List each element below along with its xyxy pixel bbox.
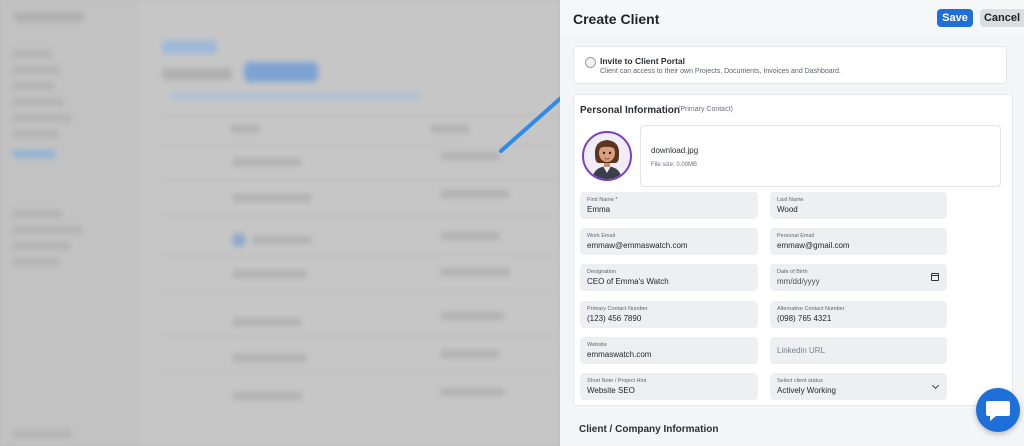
- field-value: Actively Working: [777, 386, 836, 395]
- primary-contact-field[interactable]: Primary Contact Number (123) 456 7890: [580, 301, 758, 328]
- background-row: [160, 215, 560, 216]
- background-row: [160, 370, 560, 371]
- background-strip: [170, 93, 420, 99]
- upload-file-name: download.jpg: [651, 146, 699, 155]
- background-nav-item: [12, 242, 70, 250]
- calendar-icon[interactable]: [931, 273, 939, 281]
- section-subtitle: (Primary Contact): [678, 106, 733, 113]
- field-label: Work Email: [587, 233, 616, 239]
- date-of-birth-field[interactable]: Date of Birth mm/dd/yyyy: [770, 264, 947, 291]
- background-cell: [230, 125, 260, 133]
- background-row: [160, 335, 560, 336]
- background-nav-item: [12, 130, 58, 138]
- invite-portal-label: Invite to Client Portal: [600, 56, 686, 66]
- chat-launcher-button[interactable]: [976, 388, 1020, 432]
- drawer-header: Create Client Save Cancel: [560, 0, 1024, 36]
- alternative-contact-field[interactable]: Alternative Contact Number (098) 765 432…: [770, 301, 947, 328]
- field-label: Date of Birth: [777, 269, 808, 275]
- section-title: Personal Information: [580, 105, 681, 116]
- background-cell: [440, 152, 500, 160]
- field-label: Alternative Contact Number: [777, 306, 845, 312]
- background-cell: [440, 350, 500, 358]
- avatar[interactable]: [582, 131, 632, 181]
- invite-portal-radio[interactable]: [585, 57, 596, 68]
- linkedin-field[interactable]: Linkedin URL: [770, 337, 947, 364]
- background-nav-item: [12, 114, 72, 122]
- background-cell: [440, 268, 510, 276]
- background-button: [244, 62, 318, 82]
- background-cell: [430, 125, 470, 133]
- chevron-down-icon: [931, 381, 940, 390]
- background-cell: [232, 392, 302, 400]
- background-nav-item: [12, 150, 56, 158]
- background-nav-item: [12, 226, 82, 234]
- chat-bubble-icon: [986, 401, 1010, 421]
- first-name-field[interactable]: First Name * Emma: [580, 192, 758, 219]
- background-nav-item: [12, 50, 52, 58]
- background-title: [162, 68, 232, 80]
- background-row: [160, 180, 560, 181]
- background-row: [160, 255, 560, 256]
- background-cell: [440, 312, 505, 320]
- background-cell: [440, 388, 505, 396]
- background-nav-item: [12, 258, 60, 266]
- drawer-title: Create Client: [573, 11, 660, 27]
- background-cell: [232, 270, 307, 278]
- field-value: Website SEO: [587, 386, 635, 395]
- cancel-button[interactable]: Cancel: [980, 9, 1024, 27]
- field-label: Last Name: [777, 197, 804, 203]
- save-button[interactable]: Save: [937, 9, 973, 27]
- background-cell: [252, 236, 312, 244]
- field-placeholder: Linkedin URL: [777, 346, 826, 355]
- background-cell: [232, 194, 312, 202]
- field-label: Website: [587, 342, 607, 348]
- field-value: CEO of Emma's Watch: [587, 277, 669, 286]
- background-app: [0, 0, 560, 446]
- field-value: Wood: [777, 205, 798, 214]
- work-email-field[interactable]: Work Email emmaw@emmaswatch.com: [580, 228, 758, 255]
- background-cell: [440, 232, 500, 240]
- background-cell: [232, 158, 302, 166]
- field-label: Primary Contact Number: [587, 306, 648, 312]
- background-row: [160, 290, 560, 291]
- field-value: (098) 765 4321: [777, 314, 832, 323]
- background-nav-item: [12, 66, 60, 74]
- field-label: Select client status: [777, 378, 823, 384]
- website-field[interactable]: Website emmaswatch.com: [580, 337, 758, 364]
- create-client-drawer: Create Client Save Cancel Invite to Clie…: [560, 0, 1024, 446]
- short-note-field[interactable]: Short Note / Project Hint Website SEO: [580, 373, 758, 400]
- field-label: Personal Email: [777, 233, 814, 239]
- upload-file-size: File size: 0.00MB: [651, 162, 698, 168]
- invite-portal-description: Client can access to their own Projects,…: [600, 68, 841, 75]
- background-nav-item: [12, 98, 64, 106]
- invite-portal-card[interactable]: Invite to Client Portal Client can acces…: [573, 46, 1007, 84]
- field-value: (123) 456 7890: [587, 314, 642, 323]
- field-placeholder: mm/dd/yyyy: [777, 277, 820, 286]
- client-status-select[interactable]: Select client status Actively Working: [770, 373, 947, 400]
- background-nav-item: [12, 430, 72, 438]
- personal-email-field[interactable]: Personal Email emmaw@gmail.com: [770, 228, 947, 255]
- field-value: Emma: [587, 205, 611, 214]
- last-name-field[interactable]: Last Name Wood: [770, 192, 947, 219]
- field-value: emmaswatch.com: [587, 350, 652, 359]
- field-value: emmaw@emmaswatch.com: [587, 241, 688, 250]
- background-nav-item: [12, 210, 62, 218]
- field-label: Designation: [587, 269, 617, 275]
- field-label: Short Note / Project Hint: [587, 378, 647, 384]
- background-cell: [232, 354, 307, 362]
- file-upload-box[interactable]: download.jpg File size: 0.00MB: [640, 125, 1001, 187]
- background-chip: [162, 40, 217, 54]
- avatar-portrait-icon: [592, 140, 622, 179]
- background-cell: [232, 318, 302, 326]
- background-nav-item: [12, 82, 54, 90]
- field-value: emmaw@gmail.com: [777, 241, 850, 250]
- designation-field[interactable]: Designation CEO of Emma's Watch: [580, 264, 758, 291]
- background-cell: [440, 190, 510, 198]
- company-section-title: Client / Company Information: [579, 424, 719, 435]
- personal-information-section: Personal Information (Primary Contact) d…: [573, 94, 1013, 406]
- background-avatar: [232, 233, 246, 247]
- background-logo: [14, 12, 84, 22]
- field-label: First Name *: [587, 197, 618, 203]
